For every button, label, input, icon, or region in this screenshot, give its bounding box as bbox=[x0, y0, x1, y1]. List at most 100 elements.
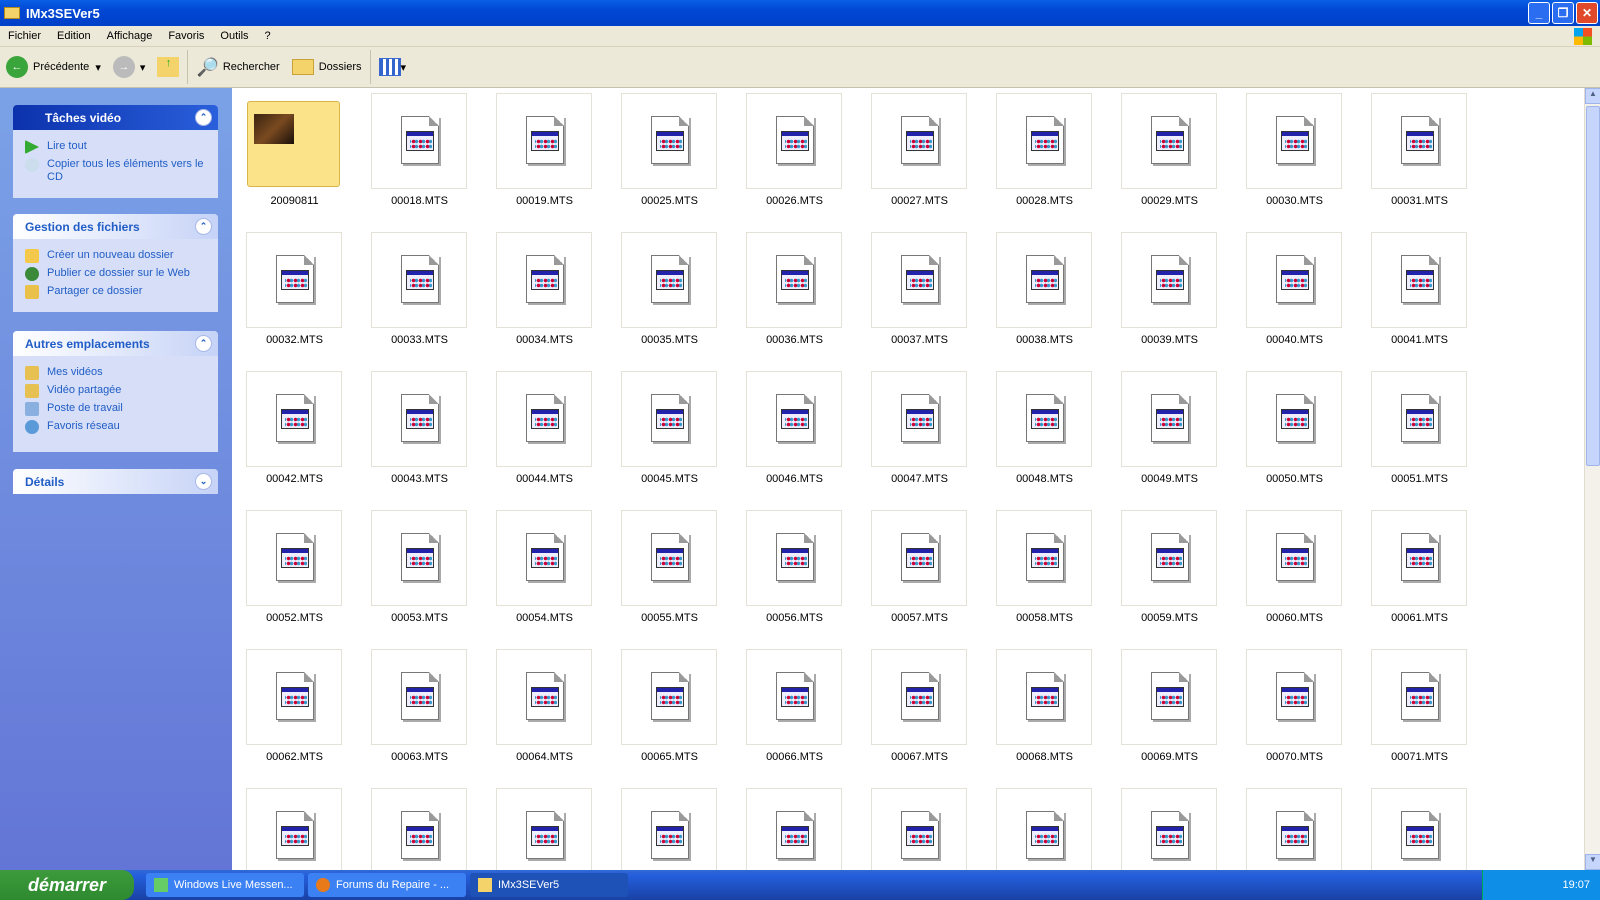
file-item[interactable]: 00048.MTS bbox=[982, 366, 1107, 505]
file-item[interactable]: 00018.MTS bbox=[357, 88, 482, 227]
collapse-icon[interactable]: ⌃ bbox=[195, 335, 212, 352]
file-item[interactable]: 00055.MTS bbox=[607, 505, 732, 644]
file-item[interactable] bbox=[482, 783, 607, 870]
file-item[interactable]: 00067.MTS bbox=[857, 644, 982, 783]
shared-video-link[interactable]: Vidéo partagée bbox=[25, 384, 208, 398]
minimize-button[interactable]: _ bbox=[1528, 2, 1550, 24]
views-button[interactable]: ▾ bbox=[373, 58, 413, 76]
file-item[interactable]: 00058.MTS bbox=[982, 505, 1107, 644]
file-item[interactable]: 00065.MTS bbox=[607, 644, 732, 783]
file-item[interactable]: 00052.MTS bbox=[232, 505, 357, 644]
restore-button[interactable]: ❐ bbox=[1552, 2, 1574, 24]
file-item[interactable]: 00054.MTS bbox=[482, 505, 607, 644]
task-firefox[interactable]: Forums du Repaire - ... bbox=[308, 873, 466, 897]
back-button[interactable]: ← Précédente ▾ bbox=[0, 56, 107, 78]
file-item[interactable]: 00069.MTS bbox=[1107, 644, 1232, 783]
file-item[interactable] bbox=[982, 783, 1107, 870]
menu-outils[interactable]: Outils bbox=[212, 30, 256, 42]
file-item[interactable]: 00064.MTS bbox=[482, 644, 607, 783]
file-item[interactable]: 00068.MTS bbox=[982, 644, 1107, 783]
file-item[interactable]: 00062.MTS bbox=[232, 644, 357, 783]
file-item[interactable]: 00053.MTS bbox=[357, 505, 482, 644]
video-tasks-header[interactable]: Tâches vidéo ⌃ bbox=[13, 105, 218, 130]
file-item[interactable]: 00034.MTS bbox=[482, 227, 607, 366]
up-folder-button[interactable]: ↑ bbox=[151, 57, 185, 77]
share-folder-link[interactable]: Partager ce dossier bbox=[25, 285, 208, 299]
file-item[interactable] bbox=[732, 783, 857, 870]
task-explorer[interactable]: IMx3SEVer5 bbox=[470, 873, 628, 897]
search-button[interactable]: 🔎 Rechercher bbox=[190, 57, 285, 78]
copy-to-cd-link[interactable]: Copier tous les éléments vers le CD bbox=[25, 158, 208, 184]
file-item[interactable]: 00028.MTS bbox=[982, 88, 1107, 227]
folders-button[interactable]: Dossiers bbox=[286, 59, 368, 75]
file-item[interactable]: 00060.MTS bbox=[1232, 505, 1357, 644]
play-all-link[interactable]: Lire tout bbox=[25, 140, 208, 154]
file-item[interactable] bbox=[357, 783, 482, 870]
file-tasks-header[interactable]: Gestion des fichiers ⌃ bbox=[13, 214, 218, 239]
file-item[interactable]: 00049.MTS bbox=[1107, 366, 1232, 505]
file-item[interactable] bbox=[857, 783, 982, 870]
task-messenger[interactable]: Windows Live Messen... bbox=[146, 873, 304, 897]
file-item[interactable]: 00039.MTS bbox=[1107, 227, 1232, 366]
menu-fichier[interactable]: Fichier bbox=[0, 30, 49, 42]
file-item[interactable]: 00050.MTS bbox=[1232, 366, 1357, 505]
folder-item[interactable]: 20090811 bbox=[232, 88, 357, 227]
file-item[interactable]: 00046.MTS bbox=[732, 366, 857, 505]
file-item[interactable] bbox=[1357, 783, 1482, 870]
publish-web-link[interactable]: Publier ce dossier sur le Web bbox=[25, 267, 208, 281]
network-places-link[interactable]: Favoris réseau bbox=[25, 420, 208, 434]
scroll-thumb[interactable] bbox=[1586, 106, 1600, 466]
file-item[interactable]: 00051.MTS bbox=[1357, 366, 1482, 505]
file-item[interactable]: 00038.MTS bbox=[982, 227, 1107, 366]
file-item[interactable]: 00037.MTS bbox=[857, 227, 982, 366]
file-item[interactable]: 00061.MTS bbox=[1357, 505, 1482, 644]
start-button[interactable]: démarrer bbox=[0, 870, 134, 900]
menu-affichage[interactable]: Affichage bbox=[99, 30, 161, 42]
file-item[interactable]: 00036.MTS bbox=[732, 227, 857, 366]
file-item[interactable]: 00042.MTS bbox=[232, 366, 357, 505]
vertical-scrollbar[interactable]: ▲ ▼ bbox=[1584, 88, 1600, 870]
details-header[interactable]: Détails ⌄ bbox=[13, 469, 218, 494]
file-item[interactable]: 00040.MTS bbox=[1232, 227, 1357, 366]
file-item[interactable]: 00025.MTS bbox=[607, 88, 732, 227]
file-item[interactable]: 00019.MTS bbox=[482, 88, 607, 227]
file-item[interactable]: 00045.MTS bbox=[607, 366, 732, 505]
file-item[interactable]: 00035.MTS bbox=[607, 227, 732, 366]
file-item[interactable]: 00029.MTS bbox=[1107, 88, 1232, 227]
file-item[interactable]: 00026.MTS bbox=[732, 88, 857, 227]
my-computer-link[interactable]: Poste de travail bbox=[25, 402, 208, 416]
menu-help[interactable]: ? bbox=[257, 30, 279, 42]
scroll-up-button[interactable]: ▲ bbox=[1585, 88, 1600, 104]
collapse-icon[interactable]: ⌃ bbox=[195, 218, 212, 235]
file-item[interactable]: 00047.MTS bbox=[857, 366, 982, 505]
file-item[interactable]: 00043.MTS bbox=[357, 366, 482, 505]
file-item[interactable] bbox=[1232, 783, 1357, 870]
file-item[interactable] bbox=[1107, 783, 1232, 870]
menu-favoris[interactable]: Favoris bbox=[160, 30, 212, 42]
file-item[interactable]: 00041.MTS bbox=[1357, 227, 1482, 366]
file-item[interactable]: 00031.MTS bbox=[1357, 88, 1482, 227]
file-item[interactable]: 00030.MTS bbox=[1232, 88, 1357, 227]
other-places-header[interactable]: Autres emplacements ⌃ bbox=[13, 331, 218, 356]
file-item[interactable]: 00059.MTS bbox=[1107, 505, 1232, 644]
scroll-down-button[interactable]: ▼ bbox=[1585, 854, 1600, 870]
file-item[interactable]: 00066.MTS bbox=[732, 644, 857, 783]
expand-icon[interactable]: ⌄ bbox=[195, 473, 212, 490]
file-item[interactable] bbox=[232, 783, 357, 870]
menu-edition[interactable]: Edition bbox=[49, 30, 99, 42]
file-item[interactable]: 00044.MTS bbox=[482, 366, 607, 505]
close-button[interactable]: ✕ bbox=[1576, 2, 1598, 24]
my-videos-link[interactable]: Mes vidéos bbox=[25, 366, 208, 380]
file-item[interactable]: 00070.MTS bbox=[1232, 644, 1357, 783]
file-item[interactable]: 00071.MTS bbox=[1357, 644, 1482, 783]
file-item[interactable]: 00063.MTS bbox=[357, 644, 482, 783]
file-item[interactable]: 00033.MTS bbox=[357, 227, 482, 366]
file-item[interactable] bbox=[607, 783, 732, 870]
file-item[interactable]: 00057.MTS bbox=[857, 505, 982, 644]
file-item[interactable]: 00032.MTS bbox=[232, 227, 357, 366]
forward-button[interactable]: → ▾ bbox=[107, 56, 152, 78]
collapse-icon[interactable]: ⌃ bbox=[195, 109, 212, 126]
file-item[interactable]: 00056.MTS bbox=[732, 505, 857, 644]
new-folder-link[interactable]: Créer un nouveau dossier bbox=[25, 249, 208, 263]
file-item[interactable]: 00027.MTS bbox=[857, 88, 982, 227]
